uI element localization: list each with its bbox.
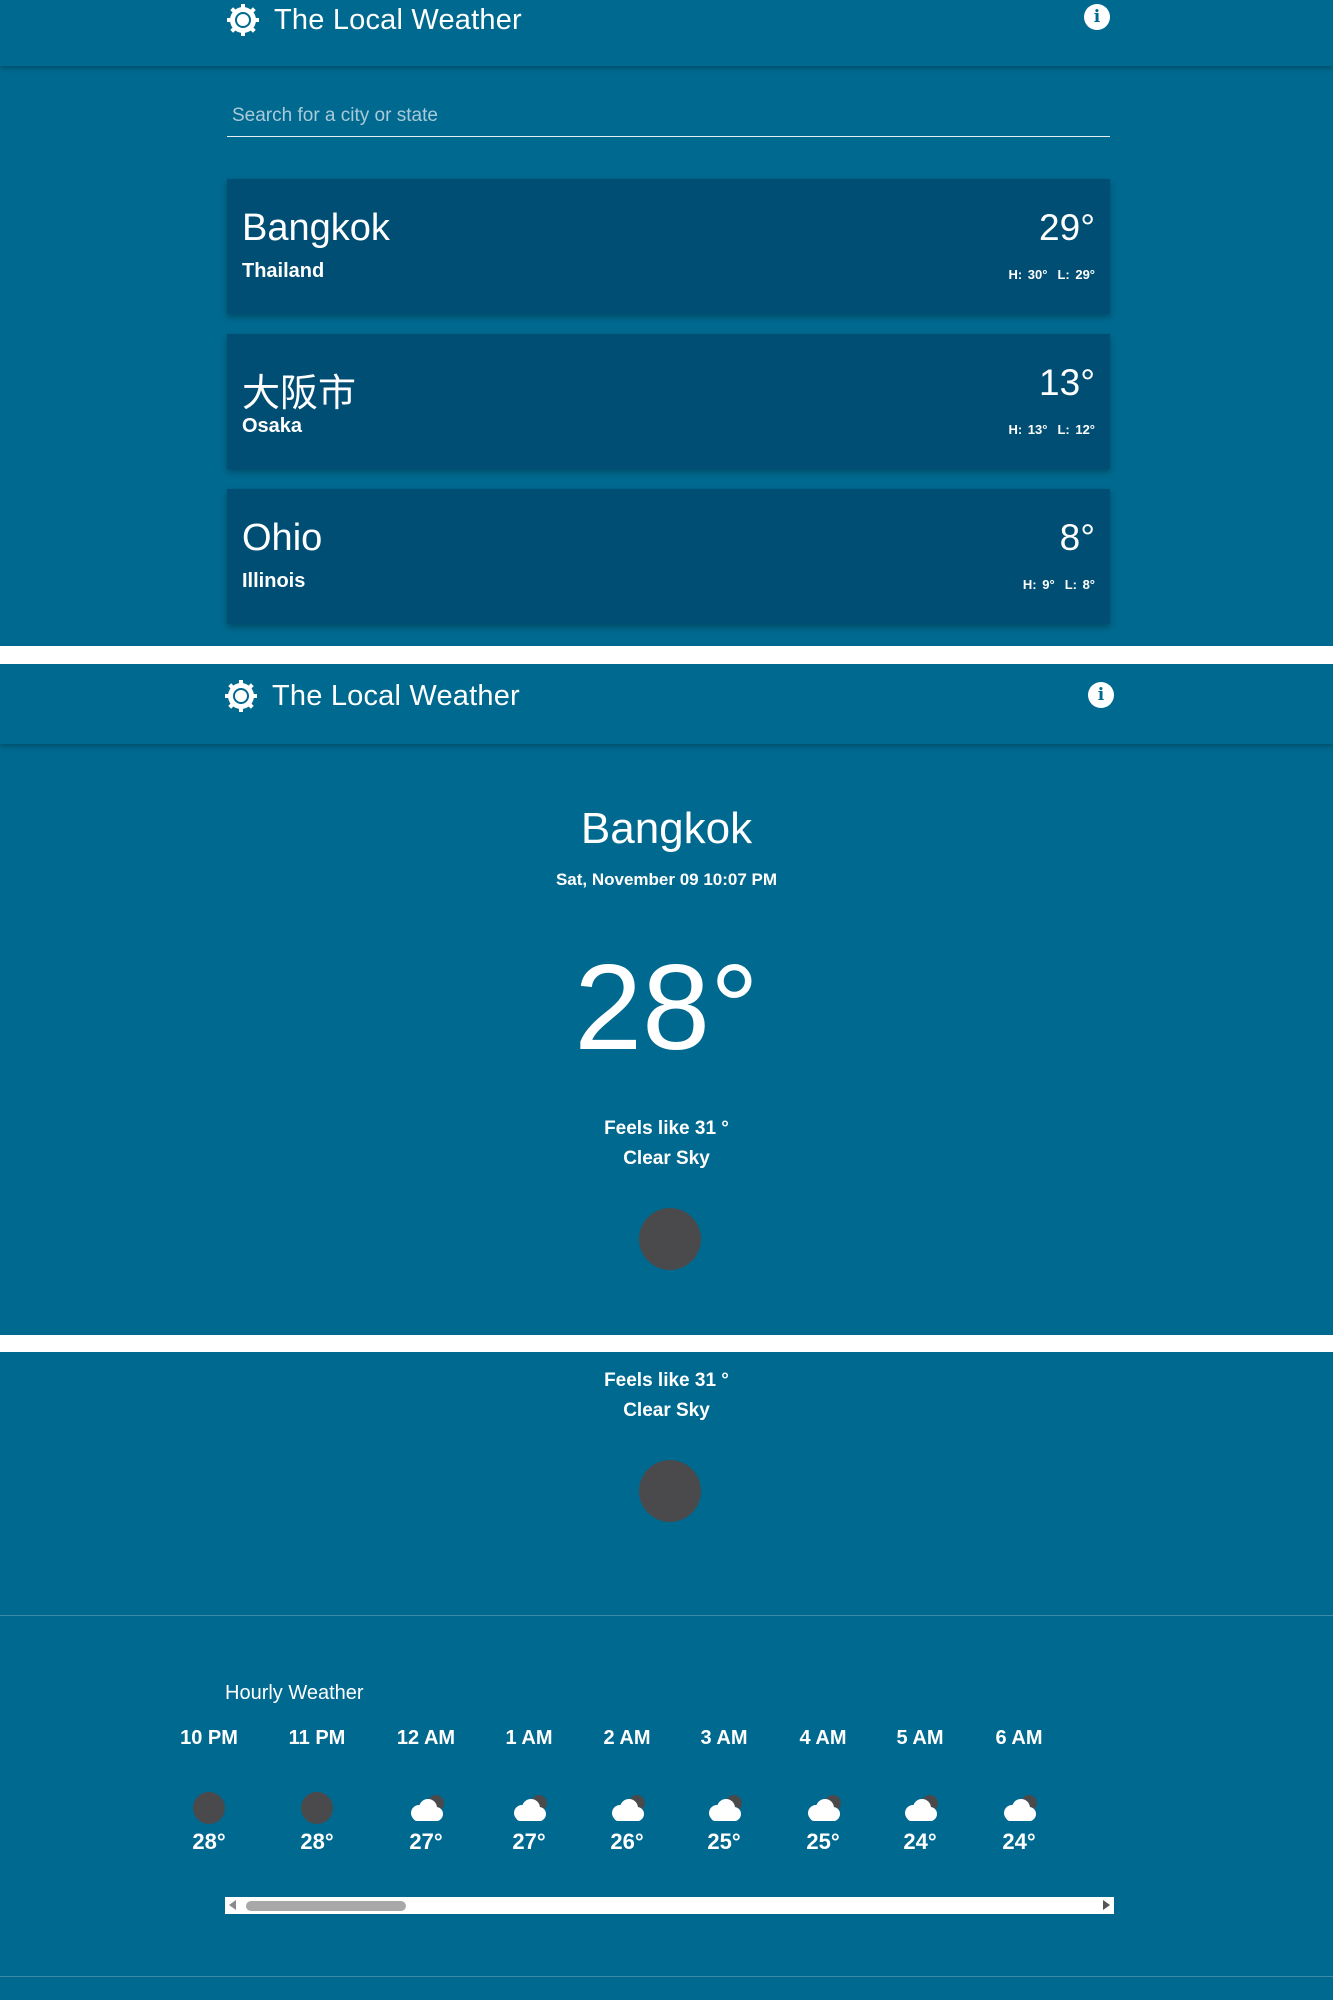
hourly-icon-slot [484,1757,574,1827]
moon-icon [301,1792,333,1824]
hourly-temp: 24° [903,1829,937,1854]
brand[interactable]: The Local Weather [226,0,522,40]
partly-cloudy-night-icon [1004,1795,1037,1821]
city-card[interactable]: Ohio Illinois 8° H: 9° L: 8° [227,489,1110,624]
hourly-item: 2 AM 26° [582,1727,672,1855]
hourly-icon-slot [875,1757,965,1827]
hourly-item: 10 PM 28° [164,1727,254,1855]
hourly-temp: 27° [512,1829,546,1854]
partly-cloudy-night-icon [709,1795,742,1821]
detail-temperature: 28° [574,939,759,1075]
hourly-item: 1 AM 27° [484,1727,574,1855]
sun-gear-icon [227,4,259,36]
hourly-temp: 28° [300,1829,334,1854]
hourly-icon-slot [381,1757,471,1827]
city-region: Illinois [242,570,306,592]
hourly-time: 4 AM [799,1727,847,1749]
hourly-temp: 25° [707,1829,741,1854]
app-header: The Local Weather i [0,664,1333,744]
hourly-temp: 28° [192,1829,226,1854]
hourly-icon-slot [679,1757,769,1827]
city-card[interactable]: 大阪市 Osaka 13° H: 13° L: 12° [227,334,1110,469]
moon-icon [639,1208,701,1270]
city-low: L: 8° [1064,577,1095,592]
hourly-item: 4 AM 25° [778,1727,868,1855]
city-low: L: 29° [1057,267,1095,282]
app-header: The Local Weather i [0,0,1333,66]
moon-icon [193,1792,225,1824]
hourly-time: 12 AM [396,1727,456,1749]
hourly-time: 10 PM [180,1727,238,1749]
city-high-low: H: 30° L: 29° [1008,267,1095,282]
hourly-scrollbar[interactable] [225,1897,1114,1914]
detail-view-scrolled: Feels like 31 ° Clear Sky Hourly Weather… [0,1352,1333,2000]
hourly-time: 6 AM [995,1727,1043,1749]
city-card[interactable]: Bangkok Thailand 29° H: 30° L: 29° [227,179,1110,314]
partly-cloudy-night-icon [411,1795,444,1821]
city-high: H: 30° [1008,267,1048,282]
hourly-item: 11 PM 28° [272,1727,362,1855]
city-name: 大阪市 [242,373,357,415]
brand[interactable]: The Local Weather [224,676,520,716]
city-temp: 29° [1039,207,1095,248]
app-title: The Local Weather [272,679,520,712]
scroll-left-icon[interactable] [229,1900,236,1910]
city-high: H: 9° [1022,577,1055,592]
hourly-time: 11 PM [288,1727,346,1749]
scroll-right-icon[interactable] [1103,1900,1110,1910]
partly-cloudy-night-icon [612,1795,645,1821]
partly-cloudy-night-icon [808,1795,841,1821]
city-region: Thailand [242,260,325,282]
hourly-time: 5 AM [896,1727,944,1749]
city-low: L: 12° [1057,422,1095,437]
detail-datetime: Sat, November 09 10:07 PM [555,870,778,889]
condition: Clear Sky [623,1148,710,1169]
hourly-title: Hourly Weather [225,1682,364,1704]
hourly-item: 5 AM 24° [875,1727,965,1855]
city-name: Bangkok [242,207,390,249]
city-region: Osaka [242,415,303,437]
hourly-temp: 24° [1002,1829,1036,1854]
hourly-item: 6 AM 24° [974,1727,1064,1855]
hourly-icon-slot [272,1757,362,1827]
hourly-temp: 27° [409,1829,443,1854]
moon-icon [639,1460,701,1522]
search-field [227,96,1110,137]
condition: Clear Sky [623,1400,710,1421]
hourly-icon-slot [164,1757,254,1827]
feels-like: Feels like 31 ° [604,1370,729,1391]
city-temp: 13° [1039,362,1095,403]
partly-cloudy-night-icon [905,1795,938,1821]
detail-city-name: Bangkok [580,804,753,853]
feels-like: Feels like 31 ° [604,1118,729,1139]
hourly-item: 3 AM 25° [679,1727,769,1855]
hourly-item: 12 AM 27° [381,1727,471,1855]
hourly-temp: 25° [806,1829,840,1854]
partly-cloudy-night-icon [514,1795,547,1821]
detail-view: The Local Weather i Bangkok Sat, Novembe… [0,664,1333,1335]
divider [0,1976,1333,1977]
home-view: The Local Weather i Bangkok Thailand 29°… [0,0,1333,646]
city-name: Ohio [242,517,323,559]
divider [0,1615,1333,1616]
city-high-low: H: 13° L: 12° [1008,422,1095,437]
hourly-time: 3 AM [700,1727,748,1749]
search-input[interactable] [227,96,1110,136]
hourly-time: 2 AM [603,1727,651,1749]
hourly-temp: 26° [610,1829,644,1854]
sun-gear-icon [225,680,257,712]
hourly-icon-slot [778,1757,868,1827]
scrollbar-thumb[interactable] [246,1901,406,1911]
info-icon[interactable]: i [1088,682,1114,708]
hourly-icon-slot [582,1757,672,1827]
info-icon[interactable]: i [1084,4,1110,30]
city-temp: 8° [1059,517,1095,558]
city-high-low: H: 9° L: 8° [1023,577,1095,592]
hourly-time: 1 AM [505,1727,553,1749]
app-title: The Local Weather [274,3,522,36]
city-high: H: 13° [1008,422,1048,437]
hourly-icon-slot [974,1757,1064,1827]
